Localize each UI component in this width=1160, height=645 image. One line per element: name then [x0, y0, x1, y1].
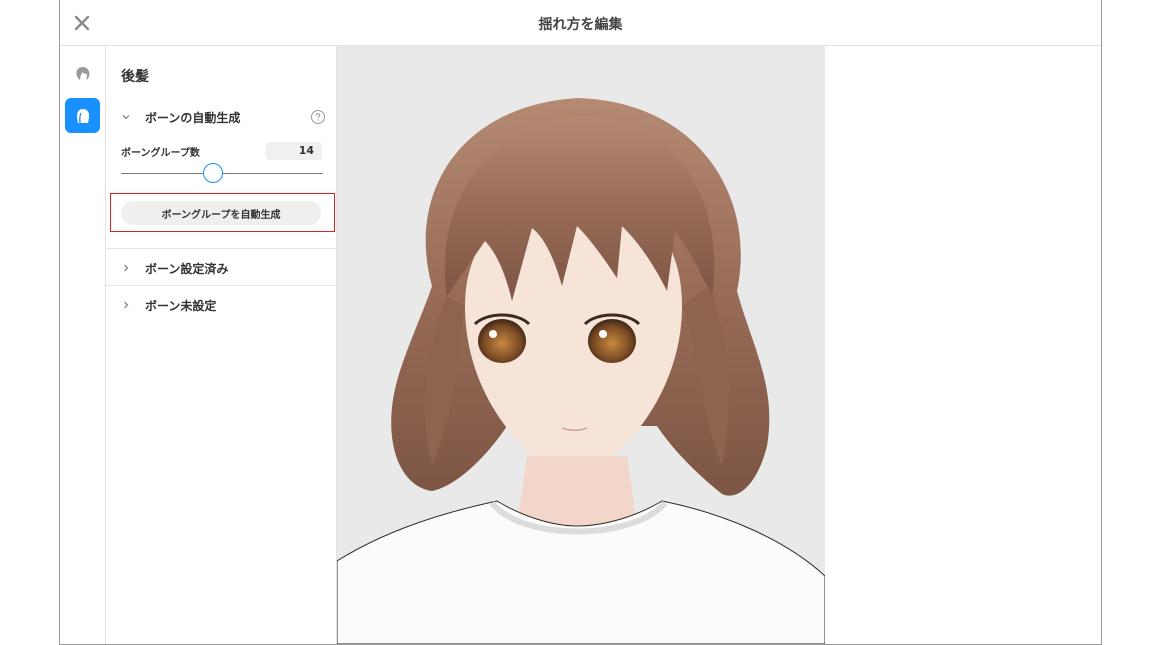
- bone-group-count-value[interactable]: 14: [266, 142, 322, 160]
- front-hair-icon: [75, 66, 90, 80]
- chevron-right-icon: [121, 300, 137, 310]
- left-eye: [478, 319, 526, 363]
- panel-title: 後髪: [121, 69, 149, 85]
- section-bones-set[interactable]: ボーン設定済み: [121, 257, 326, 279]
- slider-knob[interactable]: [203, 163, 223, 183]
- chevron-down-icon: [121, 112, 137, 122]
- rail-item-front-hair[interactable]: [65, 56, 100, 91]
- avatar-preview-viewport[interactable]: [337, 46, 825, 644]
- back-hair-icon: [76, 108, 89, 123]
- section-auto-generate-label: ボーンの自動生成: [145, 110, 241, 125]
- section-auto-generate[interactable]: ボーンの自動生成: [121, 106, 326, 128]
- avatar-preview: [337, 98, 825, 644]
- right-panel: [825, 46, 1101, 644]
- right-eye: [588, 319, 636, 363]
- help-icon[interactable]: [310, 109, 326, 125]
- divider: [106, 285, 336, 286]
- editor-window: 揺れ方を編集 後髪 ボーンの自動生成 ボーングループ数 14 ボーングループを自…: [59, 0, 1102, 645]
- settings-panel: 後髪 ボーンの自動生成 ボーングループ数 14 ボーングループを自動生成 ボーン…: [106, 46, 337, 644]
- title-bar: 揺れ方を編集: [60, 0, 1101, 46]
- chevron-right-icon: [121, 263, 137, 273]
- generate-bone-groups-button[interactable]: ボーングループを自動生成: [121, 201, 321, 225]
- section-bones-unset-label: ボーン未設定: [145, 298, 217, 313]
- neck-shape: [517, 456, 637, 526]
- bone-group-count-label: ボーングループ数: [121, 148, 200, 159]
- window-title: 揺れ方を編集: [538, 17, 623, 33]
- bone-group-count-slider[interactable]: [121, 163, 323, 183]
- tool-rail: [60, 46, 106, 644]
- section-bones-unset[interactable]: ボーン未設定: [121, 294, 326, 316]
- section-bones-set-label: ボーン設定済み: [145, 261, 229, 276]
- divider: [106, 248, 336, 249]
- rail-item-back-hair[interactable]: [65, 98, 100, 133]
